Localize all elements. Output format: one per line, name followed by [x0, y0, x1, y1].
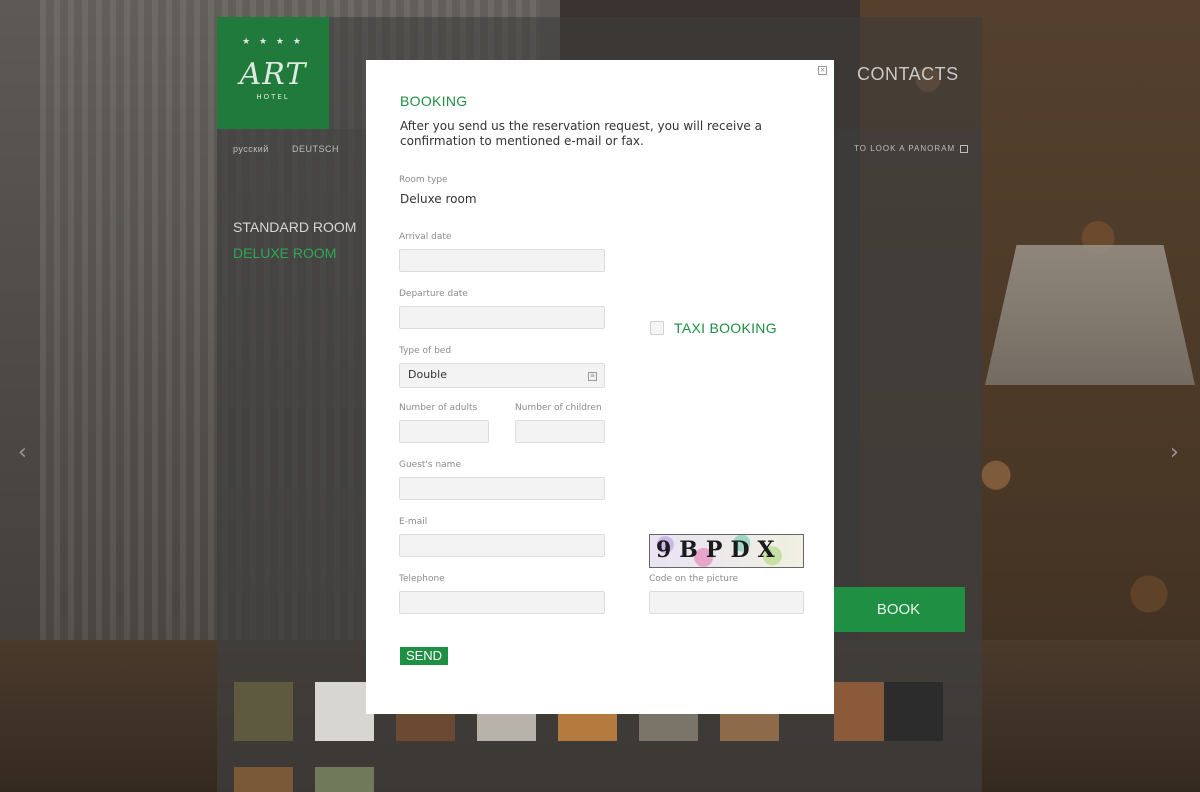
guest-name-label: Guest's name — [399, 460, 461, 470]
captcha-code-input[interactable] — [649, 591, 804, 614]
children-label: Number of children — [515, 403, 602, 413]
gallery-thumbnail[interactable] — [234, 767, 293, 792]
adults-label: Number of adults — [399, 403, 478, 413]
gallery-thumbnail[interactable] — [396, 714, 455, 741]
telephone-input[interactable] — [399, 591, 605, 614]
email-label: E-mail — [399, 517, 428, 527]
gallery-thumbnail[interactable] — [234, 682, 293, 741]
gallery-thumbnail[interactable] — [884, 682, 943, 741]
captcha-code-label: Code on the picture — [649, 574, 739, 584]
email-input[interactable] — [399, 534, 605, 557]
close-icon[interactable]: × — [818, 66, 827, 75]
gallery-thumbnail[interactable] — [477, 714, 536, 741]
background-lamp — [985, 245, 1195, 385]
adults-input[interactable] — [399, 420, 489, 443]
gallery-thumbnail[interactable] — [639, 714, 698, 741]
next-arrow-icon[interactable]: › — [1170, 440, 1179, 465]
modal-intro-text: After you send us the reservation reques… — [400, 119, 762, 148]
guest-name-input[interactable] — [399, 477, 605, 500]
gallery-thumbnail[interactable] — [315, 767, 374, 792]
departure-date-input[interactable] — [399, 306, 605, 329]
panorama-label: TO LOOK A PANORAM — [854, 144, 956, 153]
room-type-label: Room type — [399, 175, 448, 185]
bed-type-select[interactable]: Double ≡ — [399, 363, 605, 388]
hotel-logo[interactable]: ★ ★ ★ ★ ART HOTEL — [217, 17, 329, 129]
panorama-link[interactable]: TO LOOK A PANORAM — [854, 144, 969, 153]
room-type-value: Deluxe room — [400, 192, 477, 206]
arrival-date-label: Arrival date — [399, 232, 452, 242]
departure-date-label: Departure date — [399, 289, 468, 299]
bed-type-label: Type of bed — [399, 346, 452, 356]
lang-german-link[interactable]: DEUTSCH — [292, 144, 339, 154]
gallery-thumbnail[interactable] — [558, 714, 617, 741]
logo-word: ART — [239, 57, 307, 92]
room-standard-link[interactable]: STANDARD ROOM — [233, 219, 356, 235]
telephone-label: Telephone — [399, 574, 445, 584]
send-button[interactable]: SEND — [400, 647, 448, 665]
booking-modal: × BOOKING After you send us the reservat… — [366, 60, 834, 714]
taxi-booking-label[interactable]: TAXI BOOKING — [674, 320, 777, 336]
gallery-thumbnail[interactable] — [720, 714, 779, 741]
panorama-icon — [960, 144, 969, 153]
room-deluxe-link[interactable]: DELUXE ROOM — [233, 245, 336, 261]
captcha-image: 9BPDX — [649, 534, 804, 568]
lang-russian-link[interactable]: русский — [233, 144, 269, 154]
children-input[interactable] — [515, 420, 605, 443]
nav-contacts-link[interactable]: CONTACTS — [857, 64, 959, 85]
bed-type-value: Double — [408, 368, 447, 381]
arrival-date-input[interactable] — [399, 249, 605, 272]
logo-subtitle: HOTEL — [256, 93, 290, 101]
logo-stars: ★ ★ ★ ★ — [242, 37, 304, 47]
book-button[interactable]: BOOK — [832, 587, 965, 632]
dropdown-icon: ≡ — [588, 372, 597, 381]
modal-title: BOOKING — [400, 93, 468, 109]
prev-arrow-icon[interactable]: ‹ — [18, 440, 27, 465]
taxi-booking-checkbox[interactable] — [650, 321, 664, 335]
captcha-text: 9BPDX — [656, 537, 783, 563]
